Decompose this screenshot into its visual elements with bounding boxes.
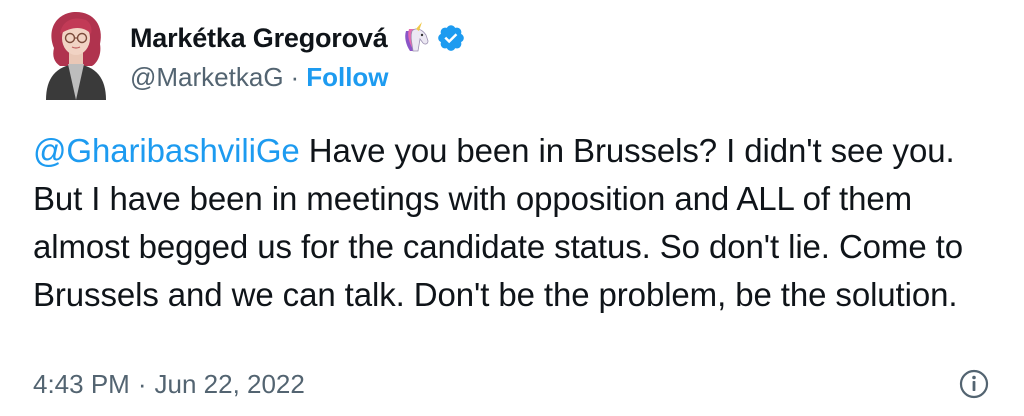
info-icon[interactable] (958, 368, 990, 400)
tweet-time[interactable]: 4:43 PM (33, 369, 130, 400)
tweet-meta: 4:43 PM · Jun 22, 2022 (33, 366, 305, 402)
meta-separator: · (137, 368, 147, 399)
handle-separator: · (290, 61, 300, 92)
mention-link[interactable]: @GharibashviliGe (33, 132, 300, 169)
tweet-date[interactable]: Jun 22, 2022 (155, 369, 305, 400)
tweet-text: @GharibashviliGe Have you been in Brusse… (33, 127, 1003, 319)
avatar[interactable] (36, 8, 116, 100)
unicorn-icon (404, 22, 428, 52)
author-handle[interactable]: @MarketkaG (130, 62, 284, 93)
author-name-row: Markétka Gregorová (130, 20, 466, 56)
verified-badge-icon (437, 25, 464, 51)
follow-button[interactable]: Follow (306, 62, 388, 93)
display-name[interactable]: Markétka Gregorová (130, 23, 388, 54)
tweet-card: Markétka Gregorová @MarketkaG · Follow @… (0, 0, 1024, 416)
handle-row: @MarketkaG · Follow (130, 60, 389, 94)
